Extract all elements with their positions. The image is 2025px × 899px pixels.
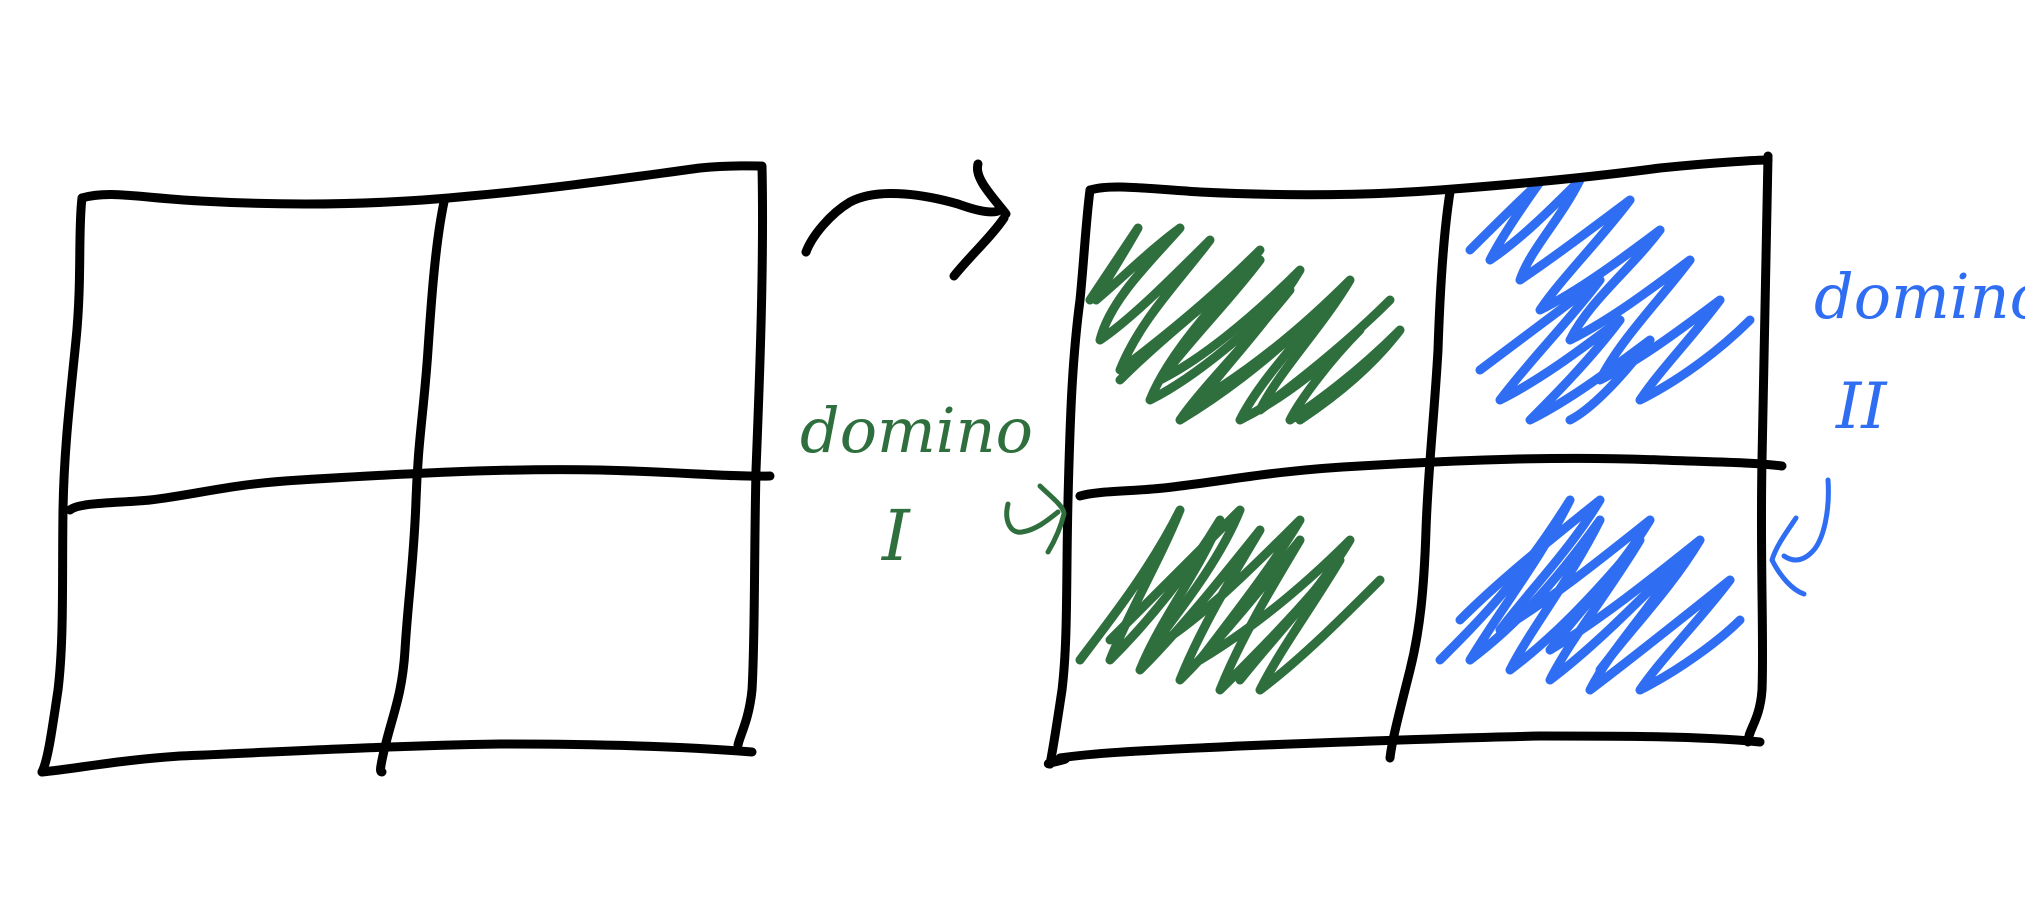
right-grid-bottom-edge [1043,731,1765,769]
scribble-top-right-2 [1475,275,1655,425]
right-grid-right-edge [1743,151,1773,747]
domino-tiling-diagram: domino I domino II [37,151,2025,777]
domain-one-word: domino [800,394,1033,467]
left-grid-left-edge [37,193,87,777]
left-grid-middle-vertical [376,197,449,777]
domain-two-label: domino II [1769,260,2025,597]
cell-top-right-fill [1465,175,1755,425]
left-grid-top-edge [77,161,765,209]
left-grid [37,161,775,777]
domain-one-numeral: I [880,495,911,577]
arrow-head-lower [949,213,1009,281]
domain-two-numeral: II [1835,370,1888,444]
cell-bottom-right-fill [1435,495,1745,695]
cell-bottom-left-fill [1075,505,1385,695]
left-grid-right-edge [733,161,768,750]
domain-one-pointer-icon [1004,501,1061,535]
right-grid-left-edge [1045,185,1095,769]
domain-two-word: domino [1814,260,2025,333]
left-grid-bottom-edge [37,739,757,777]
transition-arrow [801,159,1011,281]
curved-arrow-icon [801,189,1005,257]
cell-top-left-fill [1085,223,1405,425]
domain-two-pointer-icon [1781,477,1831,563]
right-grid-top-edge [1085,155,1773,200]
right-grid [1043,151,1787,769]
right-grid-middle-vertical [1385,187,1455,763]
domain-one-label: domino I [800,394,1067,577]
